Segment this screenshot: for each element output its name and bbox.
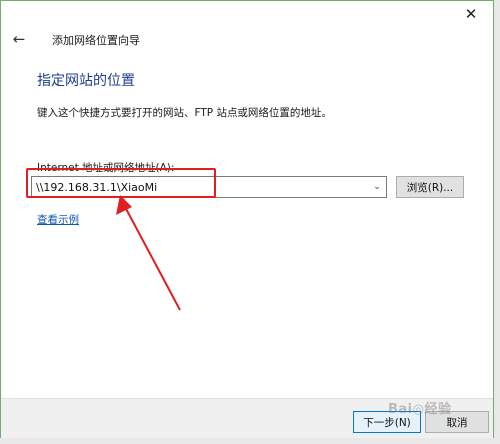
browse-button[interactable]: 浏览(R)... [396, 176, 464, 198]
background-bottom-edge [0, 438, 500, 444]
address-field-label: Internet 地址或网络地址(A): [37, 162, 175, 174]
view-example-link[interactable]: 查看示例 [37, 212, 79, 227]
instruction-text: 键入这个快捷方式要打开的网站、FTP 站点或网络位置的地址。 [37, 107, 332, 119]
background-window-edge [494, 0, 500, 444]
back-arrow-icon[interactable]: ← [9, 29, 29, 49]
next-button[interactable]: 下一步(N) [353, 411, 421, 433]
page-heading: 指定网站的位置 [37, 73, 135, 89]
chevron-down-icon[interactable]: ⌄ [368, 177, 386, 197]
wizard-title: 添加网络位置向导 [52, 34, 140, 47]
cancel-button[interactable]: 取消 [425, 411, 489, 433]
close-icon[interactable]: ✕ [461, 5, 481, 23]
screenshot-stage: ✕ ← 添加网络位置向导 指定网站的位置 键入这个快捷方式要打开的网站、FTP … [0, 0, 500, 444]
address-combobox[interactable]: ⌄ [31, 176, 387, 198]
address-input[interactable] [32, 178, 368, 196]
